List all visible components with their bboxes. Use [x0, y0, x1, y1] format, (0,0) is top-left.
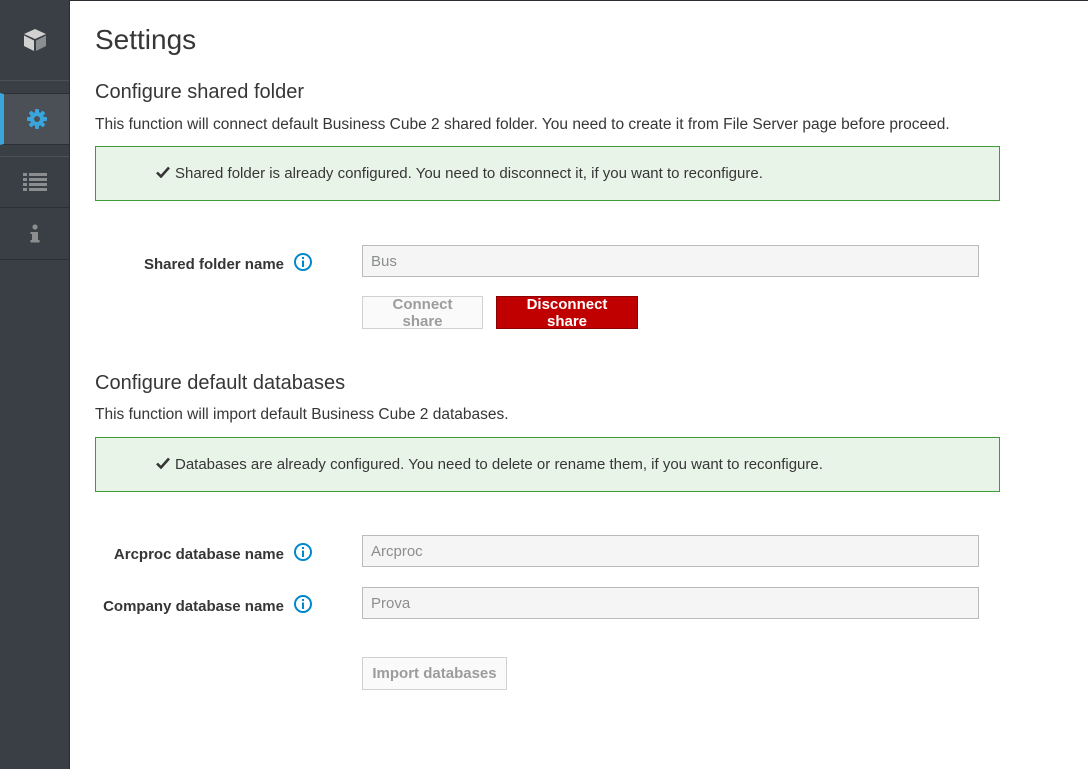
gear-icon — [26, 108, 48, 130]
brand-logo[interactable] — [0, 0, 69, 81]
cube-icon — [22, 27, 48, 53]
shared-folder-alert: Shared folder is already configured. You… — [95, 146, 1000, 201]
company-info-icon[interactable] — [294, 595, 312, 613]
databases-alert: Databases are already configured. You ne… — [95, 437, 1000, 492]
nav-info[interactable] — [0, 208, 69, 260]
sidebar — [0, 0, 70, 769]
main-content: Settings Configure shared folder This fu… — [70, 0, 1088, 769]
check-icon — [156, 456, 170, 473]
info-icon — [30, 223, 40, 244]
databases-description: This function will import default Busine… — [95, 406, 509, 423]
nav-list[interactable] — [0, 156, 69, 208]
company-input[interactable] — [362, 587, 979, 619]
page-title: Settings — [95, 24, 197, 55]
shared-folder-input[interactable] — [362, 245, 979, 277]
databases-title: Configure default databases — [95, 372, 346, 394]
company-label: Company database name — [103, 598, 284, 615]
connect-share-button[interactable]: Connect share — [362, 296, 483, 330]
nav-settings[interactable] — [0, 93, 69, 145]
check-icon — [156, 165, 170, 182]
shared-folder-alert-text: Shared folder is already configured. You… — [175, 165, 763, 182]
disconnect-share-button[interactable]: Disconnect share — [496, 296, 638, 330]
arcproc-input[interactable] — [362, 535, 979, 567]
databases-alert-text: Databases are already configured. You ne… — [175, 456, 823, 473]
shared-folder-info-icon[interactable] — [294, 253, 312, 271]
shared-folder-description: This function will connect default Busin… — [95, 116, 950, 133]
shared-folder-title: Configure shared folder — [95, 81, 305, 103]
import-databases-button[interactable]: Import databases — [362, 657, 507, 690]
shared-folder-label: Shared folder name — [143, 256, 284, 273]
arcproc-label: Arcproc database name — [113, 546, 284, 563]
arcproc-info-icon[interactable] — [294, 543, 312, 561]
list-icon — [22, 172, 47, 192]
